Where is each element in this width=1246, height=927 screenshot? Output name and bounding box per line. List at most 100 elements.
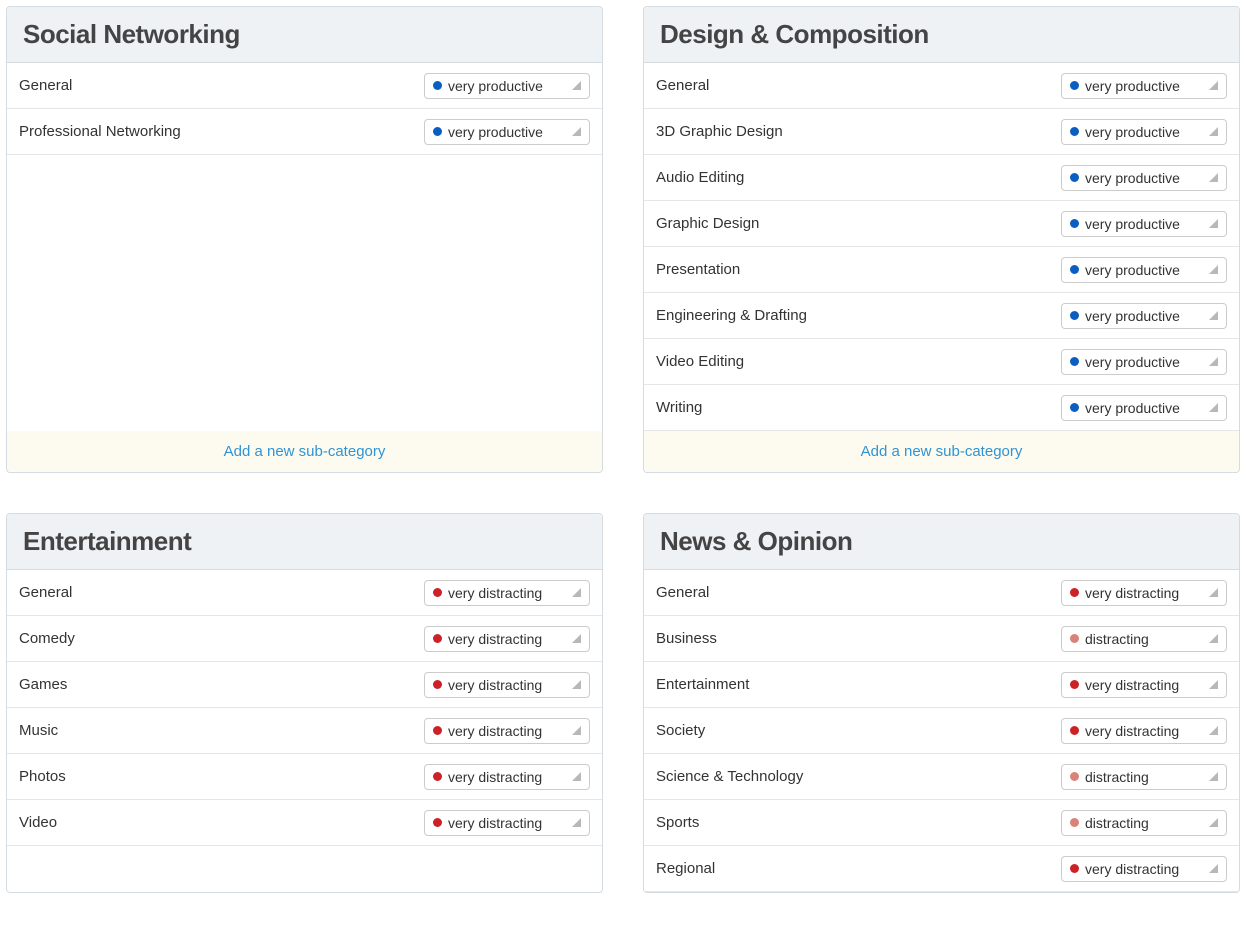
subcategory-row: Businessdistracting (644, 616, 1239, 662)
dropdown-arrow-icon (1209, 357, 1218, 366)
dropdown-arrow-icon (1209, 680, 1218, 689)
subcategory-label: Regional (656, 860, 715, 877)
subcategory-row: Sportsdistracting (644, 800, 1239, 846)
productivity-dropdown[interactable]: very productive (1061, 119, 1227, 145)
subcategory-label: Engineering & Drafting (656, 307, 807, 324)
dropdown-label: very distracting (448, 769, 564, 785)
dropdown-arrow-icon (1209, 219, 1218, 228)
panel-body: Generalvery productiveProfessional Netwo… (7, 63, 602, 431)
dropdown-arrow-icon (1209, 864, 1218, 873)
productivity-dropdown[interactable]: very distracting (424, 810, 590, 836)
productivity-dropdown[interactable]: very productive (1061, 211, 1227, 237)
dropdown-arrow-icon (572, 634, 581, 643)
dropdown-label: very productive (1085, 124, 1201, 140)
productivity-dropdown[interactable]: very productive (1061, 165, 1227, 191)
subcategory-label: Graphic Design (656, 215, 759, 232)
productivity-dropdown[interactable]: very productive (1061, 395, 1227, 421)
dropdown-label: very productive (1085, 170, 1201, 186)
dropdown-arrow-icon (572, 680, 581, 689)
subcategory-row: Gamesvery distracting (7, 662, 602, 708)
subcategory-label: General (19, 584, 72, 601)
category-panel: News & OpinionGeneralvery distractingBus… (643, 513, 1240, 893)
panel-body: Generalvery distractingBusinessdistracti… (644, 570, 1239, 892)
panel-header: News & Opinion (644, 514, 1239, 570)
subcategory-row: Writingvery productive (644, 385, 1239, 431)
subcategory-row: Music very distracting (7, 708, 602, 754)
status-dot-icon (433, 726, 442, 735)
dropdown-arrow-icon (1209, 311, 1218, 320)
subcategory-row: Audio Editingvery productive (644, 155, 1239, 201)
dropdown-label: very distracting (1085, 585, 1201, 601)
status-dot-icon (433, 634, 442, 643)
productivity-dropdown[interactable]: very productive (1061, 349, 1227, 375)
panel-footer: Add a new sub-category (644, 431, 1239, 472)
dropdown-arrow-icon (1209, 772, 1218, 781)
dropdown-arrow-icon (1209, 634, 1218, 643)
status-dot-icon (1070, 818, 1079, 827)
productivity-dropdown[interactable]: very productive (1061, 257, 1227, 283)
subcategory-row: Video very distracting (7, 800, 602, 846)
subcategory-label: Entertainment (656, 676, 749, 693)
dropdown-arrow-icon (572, 81, 581, 90)
productivity-dropdown[interactable]: distracting (1061, 810, 1227, 836)
subcategory-row: Generalvery distracting (644, 570, 1239, 616)
dropdown-label: very productive (1085, 354, 1201, 370)
productivity-dropdown[interactable]: very productive (424, 119, 590, 145)
subcategory-row: Professional Networking very productive (7, 109, 602, 155)
productivity-dropdown[interactable]: very productive (1061, 303, 1227, 329)
dropdown-arrow-icon (1209, 127, 1218, 136)
productivity-dropdown[interactable]: very productive (1061, 73, 1227, 99)
subcategory-label: Science & Technology (656, 768, 803, 785)
productivity-dropdown[interactable]: very distracting (424, 672, 590, 698)
subcategory-row: Photosvery distracting (7, 754, 602, 800)
productivity-dropdown[interactable]: very distracting (1061, 718, 1227, 744)
status-dot-icon (1070, 726, 1079, 735)
subcategory-row: General very distracting (7, 570, 602, 616)
panel-title: Social Networking (23, 19, 586, 50)
productivity-dropdown[interactable]: very distracting (424, 764, 590, 790)
dropdown-arrow-icon (1209, 588, 1218, 597)
add-subcategory-link[interactable]: Add a new sub-category (224, 443, 386, 460)
subcategory-row: Entertainment very distracting (644, 662, 1239, 708)
productivity-dropdown[interactable]: very distracting (1061, 856, 1227, 882)
add-subcategory-link[interactable]: Add a new sub-category (861, 443, 1023, 460)
status-dot-icon (1070, 311, 1079, 320)
subcategory-label: Video (19, 814, 57, 831)
productivity-dropdown[interactable]: very distracting (424, 718, 590, 744)
dropdown-arrow-icon (572, 726, 581, 735)
productivity-dropdown[interactable]: very productive (424, 73, 590, 99)
productivity-dropdown[interactable]: very distracting (1061, 580, 1227, 606)
panel-header: Social Networking (7, 7, 602, 63)
productivity-dropdown[interactable]: very distracting (424, 626, 590, 652)
dropdown-label: very distracting (448, 723, 564, 739)
productivity-dropdown[interactable]: very distracting (1061, 672, 1227, 698)
status-dot-icon (1070, 403, 1079, 412)
dropdown-label: very distracting (448, 585, 564, 601)
productivity-dropdown[interactable]: very distracting (424, 580, 590, 606)
dropdown-label: very productive (1085, 308, 1201, 324)
status-dot-icon (433, 772, 442, 781)
dropdown-label: very productive (448, 78, 564, 94)
subcategory-label: Music (19, 722, 58, 739)
panel-title: Design & Composition (660, 19, 1223, 50)
panel-footer: Add a new sub-category (7, 431, 602, 472)
status-dot-icon (433, 818, 442, 827)
subcategory-row: Generalvery productive (644, 63, 1239, 109)
subcategory-label: 3D Graphic Design (656, 123, 783, 140)
subcategory-label: General (19, 77, 72, 94)
panel-header: Entertainment (7, 514, 602, 570)
status-dot-icon (433, 680, 442, 689)
status-dot-icon (1070, 265, 1079, 274)
subcategory-row: Regional very distracting (644, 846, 1239, 892)
status-dot-icon (1070, 127, 1079, 136)
dropdown-label: very productive (1085, 262, 1201, 278)
subcategory-row: 3D Graphic Design very productive (644, 109, 1239, 155)
subcategory-row: Presentationvery productive (644, 247, 1239, 293)
panel-title: Entertainment (23, 526, 586, 557)
dropdown-arrow-icon (572, 588, 581, 597)
productivity-dropdown[interactable]: distracting (1061, 764, 1227, 790)
dropdown-arrow-icon (572, 127, 581, 136)
status-dot-icon (1070, 588, 1079, 597)
productivity-dropdown[interactable]: distracting (1061, 626, 1227, 652)
subcategory-label: Professional Networking (19, 123, 181, 140)
